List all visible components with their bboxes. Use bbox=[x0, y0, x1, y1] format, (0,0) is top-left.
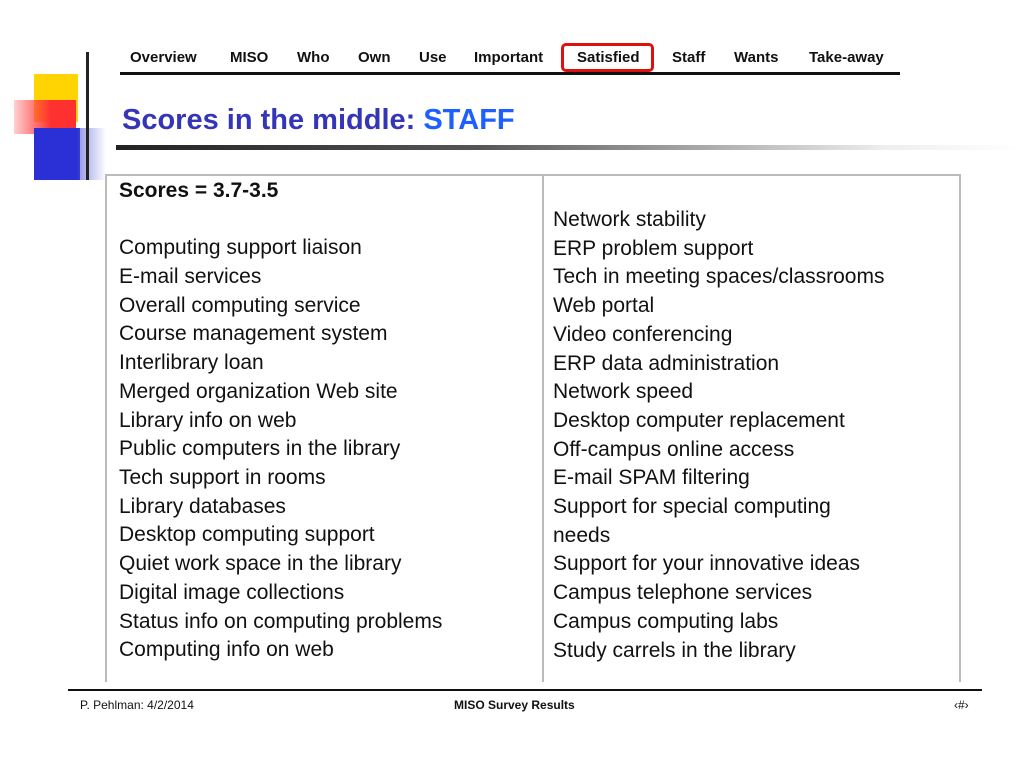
right-list-item: Campus computing labs bbox=[553, 609, 779, 633]
footer-title: MISO Survey Results bbox=[454, 698, 575, 712]
left-column: Scores = 3.7-3.5 Computing support liais… bbox=[119, 177, 442, 665]
right-list-item: ERP data administration bbox=[553, 351, 780, 375]
right-list-item: Network stability bbox=[553, 208, 706, 231]
nav-item-use[interactable]: Use bbox=[419, 49, 447, 66]
footer-author-date: P. Pehlman: 4/2/2014 bbox=[80, 698, 194, 712]
left-list-item: Course management system bbox=[119, 322, 388, 346]
left-list-item: Interlibrary loan bbox=[119, 351, 264, 375]
slide-number: ‹#› bbox=[954, 698, 969, 712]
scores-table: Scores = 3.7-3.5 Computing support liais… bbox=[105, 174, 961, 682]
nav-bar: Overview MISO Who Own Use Important Sati… bbox=[120, 44, 900, 75]
right-list-item: Study carrels in the library bbox=[553, 638, 796, 662]
page-title-main: Scores in the middle: bbox=[122, 104, 424, 136]
left-list-item: Desktop computing support bbox=[119, 523, 375, 547]
left-list-item: Tech support in rooms bbox=[119, 466, 326, 489]
nav-item-own[interactable]: Own bbox=[358, 49, 391, 66]
right-list-item: E-mail SPAM filtering bbox=[553, 466, 750, 490]
right-column: Network stability ERP problem support Te… bbox=[553, 206, 884, 665]
page-title-accent: STAFF bbox=[423, 104, 515, 136]
footer-rule bbox=[68, 689, 982, 691]
right-list-item: Support for your innovative ideas bbox=[553, 552, 861, 576]
nav-item-miso[interactable]: MISO bbox=[230, 49, 268, 66]
right-list-item: Network speed bbox=[553, 380, 694, 404]
right-list-item: Video conferencing bbox=[553, 322, 733, 346]
left-list-item: Public computers in the library bbox=[119, 437, 401, 461]
nav-item-who[interactable]: Who bbox=[297, 49, 329, 66]
decor-blue-fade bbox=[78, 128, 106, 180]
nav-item-staff[interactable]: Staff bbox=[672, 49, 705, 66]
left-list-item: E-mail services bbox=[119, 265, 262, 289]
left-list-item: Status info on computing problems bbox=[119, 609, 443, 633]
nav-item-take-away[interactable]: Take-away bbox=[809, 49, 884, 66]
right-list-item: ERP problem support bbox=[553, 236, 754, 260]
left-list-item: Digital image collections bbox=[119, 580, 345, 604]
left-list-item: Library info on web bbox=[119, 408, 297, 432]
nav-item-wants[interactable]: Wants bbox=[734, 49, 778, 66]
right-list-item: Tech in meeting spaces/classrooms bbox=[553, 265, 885, 289]
left-list-item: Quiet work space in the library bbox=[119, 552, 402, 576]
right-list-item: Campus telephone services bbox=[553, 581, 813, 605]
nav-active-highlight bbox=[561, 43, 654, 72]
left-list-item: Computing info on web bbox=[119, 638, 334, 662]
left-list-item: Library databases bbox=[119, 494, 286, 518]
column-divider bbox=[542, 176, 544, 682]
title-underline bbox=[116, 145, 1022, 150]
scores-heading: Scores = 3.7-3.5 bbox=[119, 179, 279, 202]
right-list-item: Desktop computer replacement bbox=[553, 408, 845, 432]
right-list-item: Off-campus online access bbox=[553, 437, 795, 461]
right-list-item: Support for special computing bbox=[553, 495, 831, 519]
left-list-item: Overall computing service bbox=[119, 293, 361, 317]
nav-item-important[interactable]: Important bbox=[474, 49, 543, 66]
nav-item-overview[interactable]: Overview bbox=[130, 49, 197, 66]
left-list-item: Merged organization Web site bbox=[119, 379, 398, 403]
page-title: Scores in the middle: STAFF bbox=[122, 104, 515, 137]
left-list-item: Computing support liaison bbox=[119, 236, 362, 260]
decor-vertical-line bbox=[86, 52, 89, 180]
blank-row bbox=[119, 206, 442, 235]
right-list-item: Web portal bbox=[553, 294, 655, 318]
right-list-item: needs bbox=[553, 523, 611, 547]
decor-blue-square bbox=[34, 128, 80, 180]
